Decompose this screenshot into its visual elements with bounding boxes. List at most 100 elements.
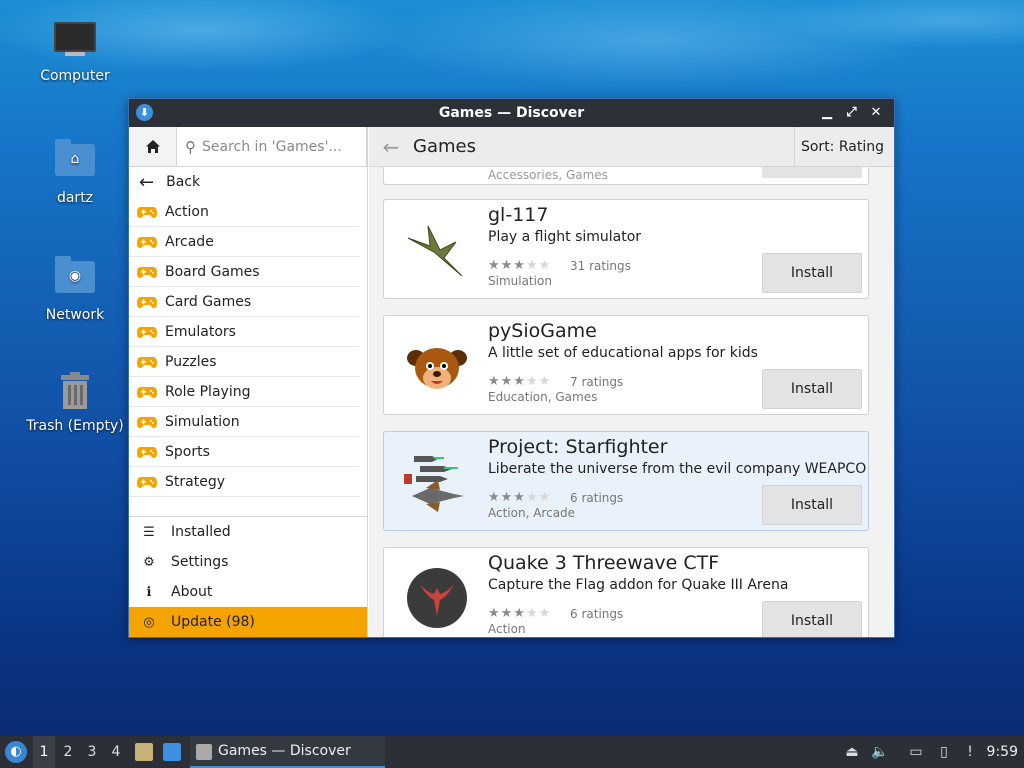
category-label: Arcade [165, 233, 214, 250]
update-icon: ◎ [143, 614, 155, 630]
home-button[interactable] [129, 127, 177, 166]
desktop-icon-home-folder[interactable]: ⌂ dartz [25, 139, 125, 206]
app-description: Capture the Flag addon for Quake III Are… [488, 577, 789, 593]
app-card-gl-117[interactable]: gl-117 Play a flight simulator ★★★★★ 31 … [383, 199, 869, 299]
rating-stars: ★★★★★ [488, 374, 552, 389]
file-manager-icon[interactable] [135, 743, 153, 761]
sort-button[interactable]: Sort: Rating [793, 127, 894, 167]
bottom-nav: ☰ Installed ⚙ Settings ℹ About ◎ Update … [129, 516, 367, 637]
nav-update[interactable]: ◎ Update (98) [129, 607, 367, 637]
eject-icon[interactable]: ⏏ [841, 736, 863, 768]
nav-label: About [171, 584, 213, 600]
sidebar-item-arcade[interactable]: Arcade [129, 227, 359, 257]
app-card-pysiogame[interactable]: pySioGame A little set of educational ap… [383, 315, 869, 415]
gamepad-icon [137, 296, 157, 308]
sidebar-item-board-games[interactable]: Board Games [129, 257, 359, 287]
desktop-icon-label: Trash (Empty) [26, 418, 124, 434]
workspace-1[interactable]: 1 [33, 736, 55, 768]
back-item[interactable]: ← Back [129, 167, 359, 197]
info-icon: ℹ [146, 584, 152, 600]
nav-settings[interactable]: ⚙ Settings [129, 547, 367, 577]
install-button[interactable]: Install [762, 485, 862, 525]
app-description: Play a flight simulator [488, 229, 642, 245]
network-icon[interactable]: ▭ [905, 736, 927, 768]
category-label: Role Playing [165, 383, 251, 400]
app-description: Liberate the universe from the evil comp… [488, 461, 867, 477]
app-description: A little set of educational apps for kid… [488, 345, 758, 361]
install-button[interactable]: Install [762, 253, 862, 293]
sidebar-item-simulation[interactable]: Simulation [129, 407, 359, 437]
gamepad-icon [137, 326, 157, 338]
taskbar-task-discover[interactable]: Games — Discover [190, 736, 385, 768]
sidebar-item-action[interactable]: Action [129, 197, 359, 227]
start-menu-icon[interactable]: ◐ [5, 741, 27, 763]
desktop-icon-computer[interactable]: Computer [25, 22, 125, 84]
window-titlebar[interactable]: ⬇ Games — Discover ▁ ⤢ ✕ [129, 99, 894, 127]
app-category: Accessories, Games [488, 168, 608, 182]
app-category: Action, Arcade [488, 506, 576, 520]
app-name: Project: Starfighter [488, 436, 668, 458]
discover-task-icon [196, 744, 212, 760]
updates-notifier-icon[interactable]: ! [959, 736, 981, 768]
clock[interactable]: 9:59 [987, 736, 1018, 768]
category-label: Card Games [165, 293, 252, 310]
discover-window: ⬇ Games — Discover ▁ ⤢ ✕ ⚲ Search in 'Ga… [128, 98, 895, 638]
starfighter-icon [404, 456, 464, 512]
gamepad-icon [137, 236, 157, 248]
show-desktop-icon[interactable] [163, 743, 181, 761]
volume-icon[interactable]: 🔈 [869, 736, 891, 768]
gamepad-icon [137, 476, 157, 488]
app-name: gl-117 [488, 204, 549, 226]
close-icon[interactable]: ✕ [866, 99, 886, 127]
taskbar: ◐ 1 2 3 4 Games — Discover ⏏ 🔈 ▭ ▯ ! 9:5… [0, 736, 1024, 768]
sidebar-item-puzzles[interactable]: Puzzles [129, 347, 359, 377]
nav-about[interactable]: ℹ About [129, 577, 367, 607]
back-label: Back [166, 174, 201, 190]
desktop-icon-trash[interactable]: Trash (Empty) [25, 372, 125, 434]
app-list[interactable]: Accessories, Games gl-117 Play a flight … [369, 167, 894, 637]
minimize-icon[interactable]: ▁ [817, 99, 837, 127]
category-label: Emulators [165, 323, 236, 340]
gamepad-icon [137, 356, 157, 368]
back-arrow-button[interactable]: ← [369, 135, 413, 159]
sidebar-item-role-playing[interactable]: Role Playing [129, 377, 359, 407]
sidebar-item-sports[interactable]: Sports [129, 437, 359, 467]
install-button[interactable]: Install [762, 369, 862, 409]
sidebar-item-card-games[interactable]: Card Games [129, 287, 359, 317]
window-title: Games — Discover [438, 105, 585, 121]
ratings-count: 31 ratings [570, 259, 631, 273]
network-folder-icon: ◉ [53, 256, 97, 301]
sidebar-item-strategy[interactable]: Strategy [129, 467, 359, 497]
gamepad-icon [137, 206, 157, 218]
partial-app-card[interactable]: Accessories, Games [383, 167, 869, 185]
search-input[interactable]: ⚲ Search in 'Games'... [177, 127, 367, 166]
ratings-count: 6 ratings [570, 491, 624, 505]
desktop-icon-label: Network [45, 307, 105, 323]
install-button[interactable]: Install [762, 601, 862, 637]
gl-117-icon [407, 225, 463, 277]
wallpaper-ripple [0, 0, 1024, 110]
category-label: Puzzles [165, 353, 217, 370]
gamepad-icon [137, 446, 157, 458]
desktop-icon-label: Computer [40, 68, 110, 84]
install-button[interactable] [762, 167, 862, 178]
app-category: Simulation [488, 274, 552, 288]
workspace-2[interactable]: 2 [57, 736, 79, 768]
app-card-project-starfighter[interactable]: Project: Starfighter Liberate the univer… [383, 431, 869, 531]
ratings-count: 6 ratings [570, 607, 624, 621]
workspace-4[interactable]: 4 [105, 736, 127, 768]
app-card-quake3-threewave-ctf[interactable]: Quake 3 Threewave CTF Capture the Flag a… [383, 547, 869, 637]
workspace-3[interactable]: 3 [81, 736, 103, 768]
category-label: Strategy [165, 473, 225, 490]
app-name: Quake 3 Threewave CTF [488, 552, 720, 574]
app-name: pySioGame [488, 320, 597, 342]
category-label: Board Games [165, 263, 260, 280]
discover-app-icon: ⬇ [136, 104, 153, 121]
maximize-icon[interactable]: ⤢ [841, 99, 861, 127]
main-header: ← Games Sort: Rating [369, 127, 894, 167]
desktop-icon-network[interactable]: ◉ Network [25, 256, 125, 323]
sidebar-item-emulators[interactable]: Emulators [129, 317, 359, 347]
app-category: Action [488, 622, 526, 636]
clipboard-icon[interactable]: ▯ [933, 736, 955, 768]
nav-installed[interactable]: ☰ Installed [129, 517, 367, 547]
